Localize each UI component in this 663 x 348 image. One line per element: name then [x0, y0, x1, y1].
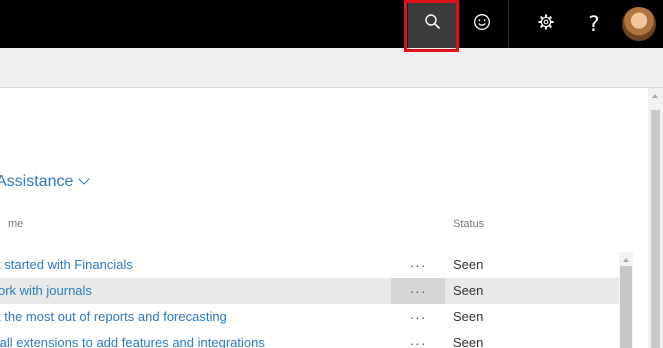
column-header-name[interactable]: me — [8, 218, 23, 230]
column-header-status[interactable]: Status — [453, 218, 484, 230]
more-options-icon[interactable]: ··· — [391, 252, 445, 278]
section-title[interactable]: Assistance — [0, 173, 91, 191]
search-highlight-box — [404, 0, 459, 52]
toolbar-divider — [508, 0, 509, 48]
row-name-link[interactable]: t started with Financials — [0, 252, 133, 278]
scroll-up-icon[interactable] — [623, 258, 629, 262]
more-options-icon[interactable]: ··· — [391, 304, 445, 330]
scrollbar-thumb[interactable] — [620, 266, 632, 348]
command-bar — [0, 48, 663, 88]
top-navigation-bar: ? — [0, 0, 663, 48]
scroll-up-icon[interactable] — [652, 94, 658, 98]
avatar[interactable] — [622, 7, 656, 41]
help-button[interactable]: ? — [574, 0, 614, 48]
table-row[interactable]: ork with journals ··· Seen — [0, 278, 620, 304]
row-status: Seen — [453, 283, 484, 298]
page-scrollbar[interactable] — [648, 88, 663, 348]
more-options-icon[interactable]: ··· — [391, 330, 445, 348]
row-name-link[interactable]: tall extensions to add features and inte… — [0, 330, 265, 348]
table-row[interactable]: t started with Financials ··· Seen — [0, 252, 620, 278]
scrollbar-thumb[interactable] — [651, 110, 660, 348]
settings-button[interactable] — [524, 0, 568, 48]
row-status: Seen — [453, 257, 484, 272]
more-options-icon[interactable]: ··· — [391, 278, 445, 304]
gear-icon — [537, 13, 555, 36]
smiley-icon — [473, 13, 491, 36]
row-name-link[interactable]: t the most out of reports and forecastin… — [0, 304, 227, 330]
table-row[interactable]: t the most out of reports and forecastin… — [0, 304, 620, 330]
list-scrollbar[interactable] — [619, 252, 633, 348]
feedback-button[interactable] — [458, 0, 506, 48]
row-status: Seen — [453, 309, 484, 324]
section-title-label: Assistance — [0, 173, 74, 190]
table-row[interactable]: tall extensions to add features and inte… — [0, 330, 620, 348]
help-icon: ? — [588, 12, 600, 36]
chevron-down-icon — [78, 173, 91, 185]
row-name-link[interactable]: ork with journals — [0, 278, 92, 304]
row-status: Seen — [453, 335, 484, 348]
